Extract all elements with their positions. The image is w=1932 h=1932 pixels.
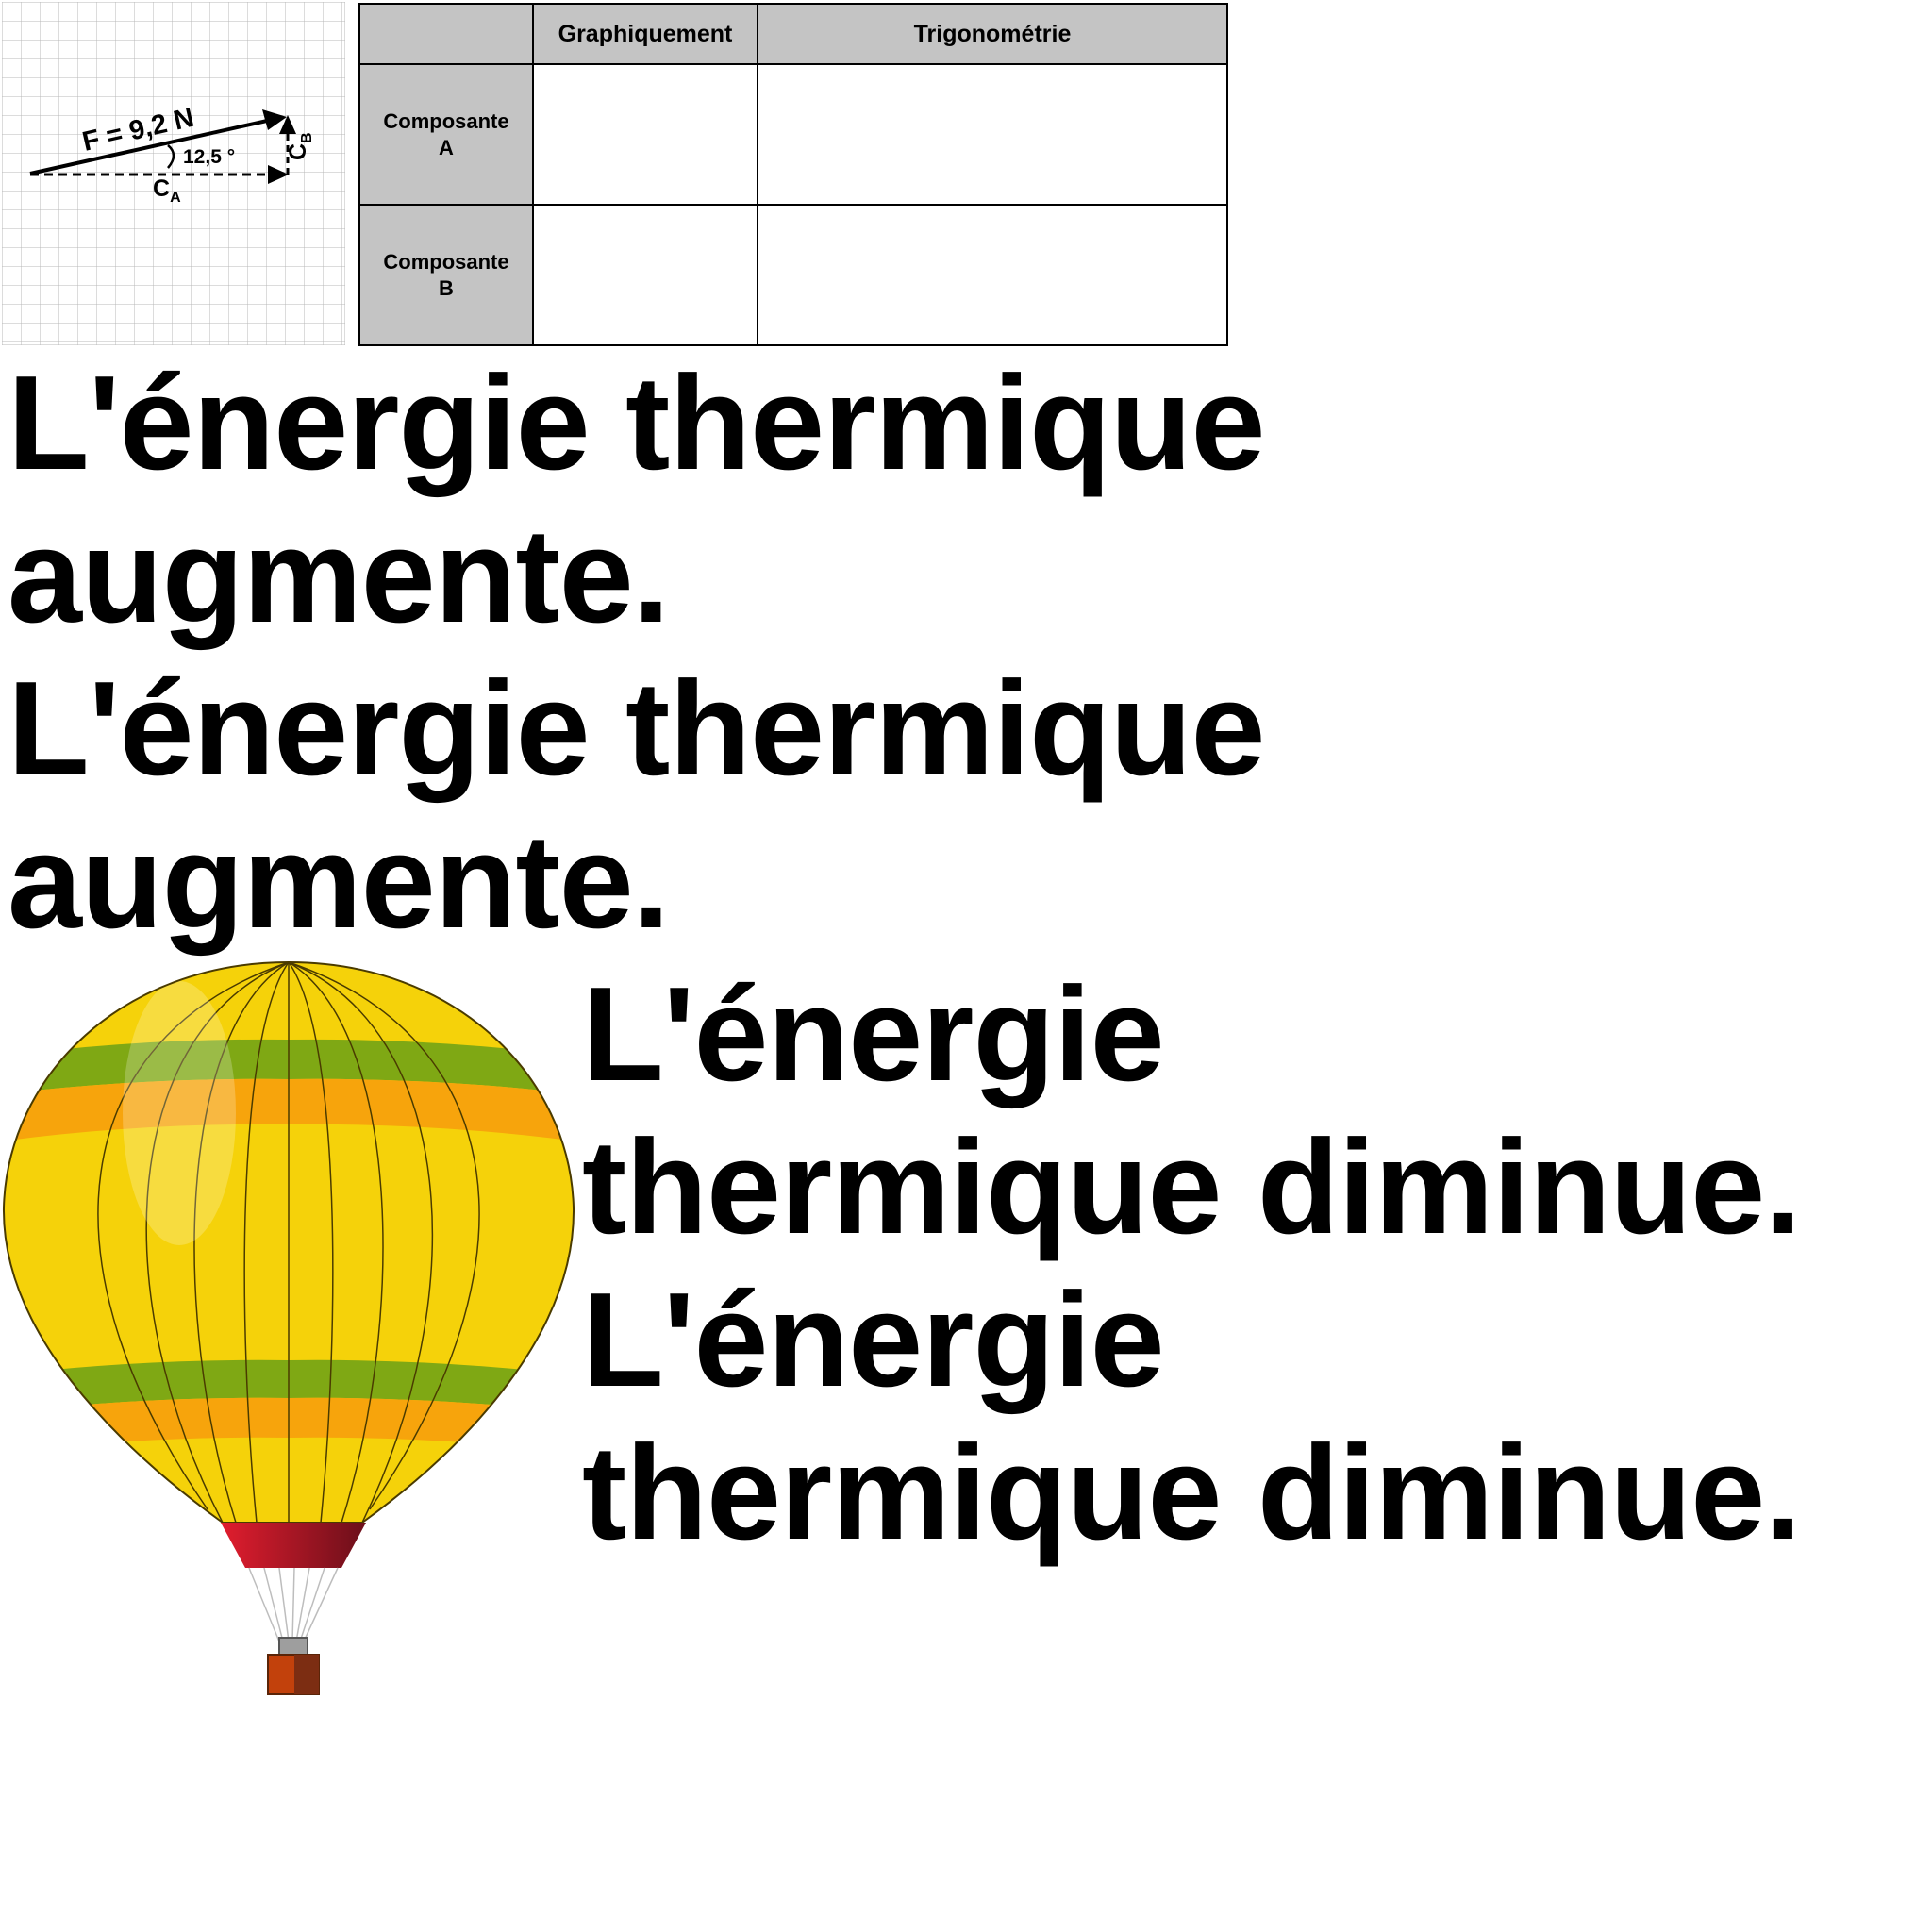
table-row: Composante B — [358, 204, 1228, 346]
balloon-envelope — [3, 962, 575, 1523]
row-label-line2: A — [439, 135, 454, 159]
balloon-rim — [221, 1523, 366, 1568]
statement-decrease-1[interactable]: L'énergie thermique diminue. — [582, 958, 1922, 1264]
table-header-row: Graphiquement Trigonométrie — [358, 3, 1228, 65]
header-graphical: Graphiquement — [532, 3, 758, 65]
cell-b-trigonometry[interactable] — [757, 204, 1228, 346]
cell-b-graphical[interactable] — [532, 204, 758, 346]
cell-a-trigonometry[interactable] — [757, 63, 1228, 206]
statement-line: L'énergie — [582, 959, 1165, 1109]
statement-line: augmente. — [8, 501, 670, 651]
component-b-sub: B — [299, 132, 315, 143]
balloon-basket-side — [294, 1655, 319, 1694]
statement-line: L'énergie thermique — [8, 348, 1266, 498]
components-table-container: Graphiquement Trigonométrie Composante A… — [358, 3, 1228, 346]
row-label-component-b: Composante B — [358, 204, 534, 346]
statement-line: L'énergie — [582, 1265, 1165, 1415]
statement-line: thermique diminue. — [582, 1418, 1802, 1568]
statement-line: augmente. — [8, 807, 670, 957]
statement-increase-2[interactable]: L'énergie thermique augmente. — [8, 653, 1385, 958]
row-label-component-a: Composante A — [358, 63, 534, 206]
row-label-line1: Composante — [383, 249, 509, 274]
hot-air-balloon-image — [2, 960, 575, 1695]
angle-label: 12,5 ° — [183, 146, 235, 168]
statement-decrease-2[interactable]: L'énergie thermique diminue. — [582, 1264, 1922, 1570]
statement-line: L'énergie thermique — [8, 654, 1266, 804]
balloon-ropes — [248, 1567, 339, 1642]
components-table: Graphiquement Trigonométrie Composante A… — [358, 3, 1228, 346]
component-a-sub: A — [170, 190, 181, 206]
vector-grid-diagram: F = 9,2 N 12,5 ° CA CB — [2, 2, 345, 345]
header-trigonometry: Trigonométrie — [757, 3, 1228, 65]
statement-line: thermique diminue. — [582, 1112, 1802, 1262]
statement-increase-1[interactable]: L'énergie thermique augmente. — [8, 347, 1385, 653]
cell-a-graphical[interactable] — [532, 63, 758, 206]
component-a-main: C — [153, 175, 170, 202]
table-row: Composante A — [358, 63, 1228, 206]
balloon-highlight — [123, 981, 236, 1245]
header-corner — [358, 3, 534, 65]
row-label-line1: Composante — [383, 108, 509, 133]
component-b-main: C — [285, 143, 311, 160]
row-label-line2: B — [439, 275, 454, 300]
